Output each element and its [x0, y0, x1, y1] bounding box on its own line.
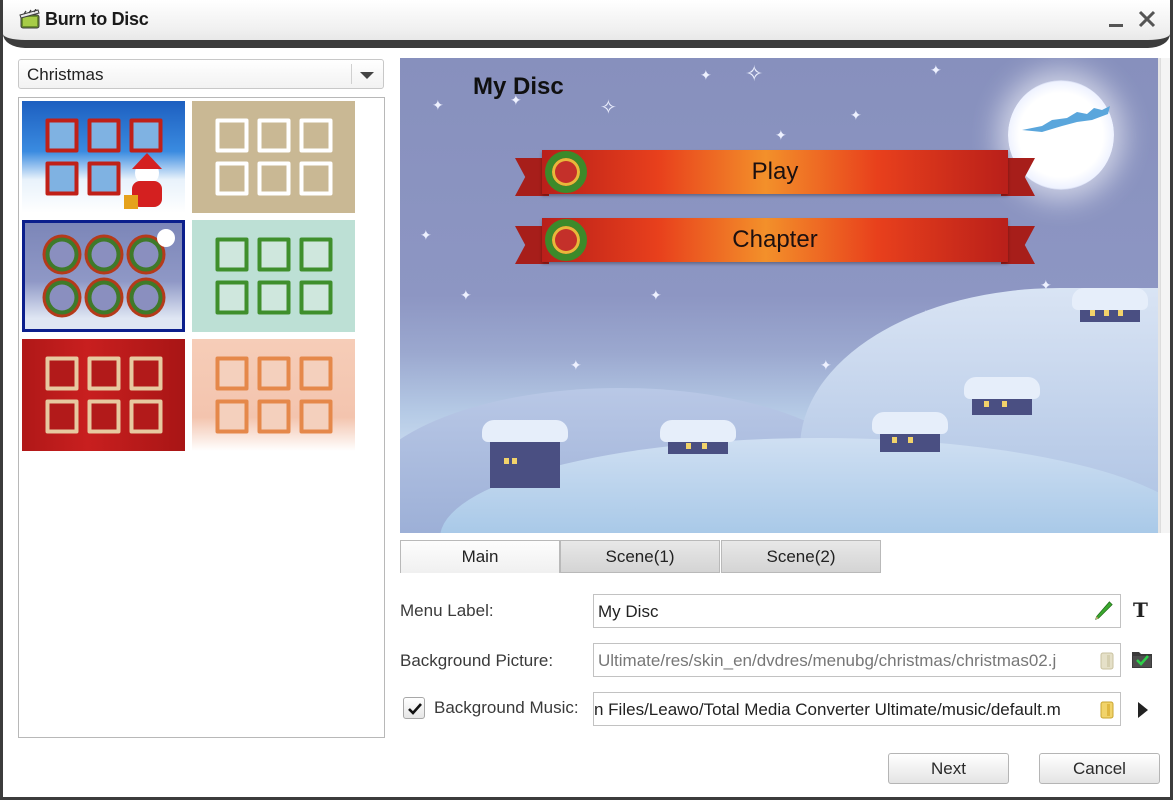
house: [660, 420, 736, 454]
theme-thumbnail-1[interactable]: [22, 101, 185, 213]
background-picture-value: Ultimate/res/skin_en/dvdres/menubg/chris…: [598, 651, 1057, 670]
menu-label-input[interactable]: My Disc: [593, 594, 1121, 628]
background-music-input[interactable]: n Files/Leawo/Total Media Converter Ulti…: [593, 692, 1121, 726]
preview-play-label: Play: [751, 158, 799, 185]
thumbnail-frames: [45, 356, 162, 434]
close-icon: [1138, 10, 1156, 28]
santa-illustration: [124, 153, 162, 209]
next-button[interactable]: Next: [888, 753, 1009, 784]
theme-thumbnail-2[interactable]: [192, 101, 355, 213]
background-music-value: n Files/Leawo/Total Media Converter Ulti…: [594, 700, 1061, 719]
house: [1072, 288, 1148, 322]
preview-disc-title[interactable]: My Disc: [473, 73, 564, 101]
title-bar[interactable]: Burn to Disc: [3, 0, 1170, 48]
theme-template-list[interactable]: [18, 97, 385, 738]
theme-thumbnail-3[interactable]: [22, 220, 185, 332]
theme-thumbnail-5[interactable]: [22, 339, 185, 451]
cancel-button[interactable]: Cancel: [1039, 753, 1160, 784]
house: [964, 377, 1040, 415]
preview-chapter-label: Chapter: [732, 226, 818, 253]
preview-play-button[interactable]: Play: [515, 150, 1035, 196]
text-font-icon[interactable]: T: [1133, 598, 1148, 622]
pencil-icon[interactable]: [1092, 600, 1114, 622]
sleigh-silhouette: [1022, 106, 1110, 132]
background-picture-label: Background Picture:: [400, 651, 554, 670]
minimize-button[interactable]: [1103, 7, 1129, 31]
preview-chapter-button[interactable]: Chapter: [515, 218, 1035, 264]
burn-to-disc-dialog: Burn to Disc Christmas ✦ ✦ ✧ ✦ ✧ ✦ ✦ ✦ ✦…: [0, 0, 1173, 800]
background-music-checkbox[interactable]: [403, 697, 425, 719]
play-icon[interactable]: [1136, 700, 1150, 720]
moon-decoration: [157, 229, 175, 247]
thumbnail-frames: [45, 237, 162, 315]
menu-preview: ✦ ✦ ✧ ✦ ✧ ✦ ✦ ✦ ✦ ✦ ✦ ✦ ✦ ✦ ✦ ✦: [400, 58, 1160, 533]
chevron-down-icon[interactable]: [360, 72, 374, 79]
menu-label-value: My Disc: [598, 602, 659, 621]
window-title: Burn to Disc: [45, 9, 149, 29]
folder-icon[interactable]: [1098, 650, 1116, 672]
minimize-icon: [1109, 24, 1123, 27]
tab-main[interactable]: Main: [400, 540, 560, 573]
theme-thumbnail-6[interactable]: [192, 339, 355, 451]
background-music-label: Background Music:: [434, 698, 579, 717]
tab-scene-1[interactable]: Scene(1): [560, 540, 720, 573]
theme-category-value: Christmas: [27, 65, 104, 84]
house: [482, 420, 568, 488]
preview-scrollbar[interactable]: [1160, 58, 1170, 533]
select-divider: [351, 64, 352, 84]
theme-category-select[interactable]: Christmas: [18, 59, 384, 89]
folder-check-icon[interactable]: [1131, 649, 1153, 669]
tab-scene-2[interactable]: Scene(2): [721, 540, 881, 573]
thumbnail-frames: [215, 356, 332, 434]
burn-disc-app-icon: [19, 9, 40, 29]
thumbnail-frames: [215, 237, 332, 315]
menu-label-label: Menu Label:: [400, 601, 494, 620]
folder-icon[interactable]: [1098, 699, 1116, 721]
house: [872, 412, 948, 452]
close-button[interactable]: [1134, 7, 1160, 31]
checkmark-icon: [408, 703, 422, 715]
thumbnail-frames: [215, 118, 332, 196]
background-picture-input[interactable]: Ultimate/res/skin_en/dvdres/menubg/chris…: [593, 643, 1121, 677]
theme-thumbnail-4[interactable]: [192, 220, 355, 332]
